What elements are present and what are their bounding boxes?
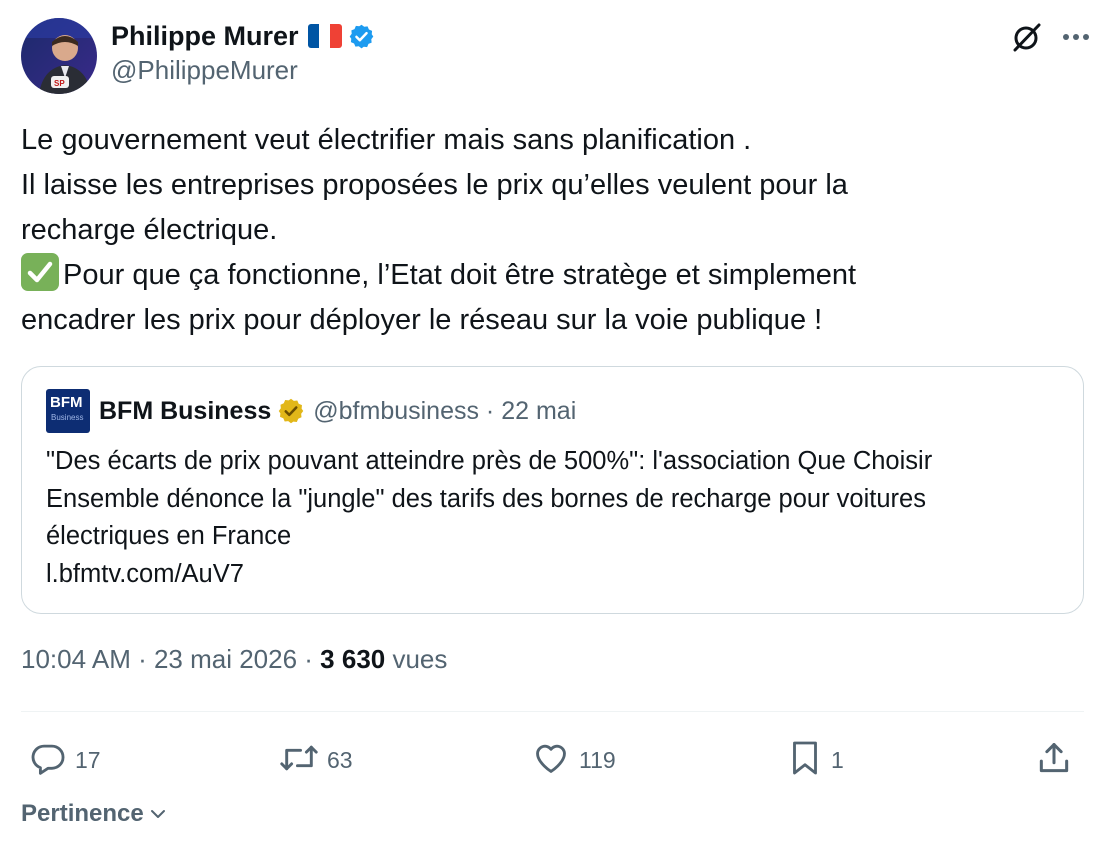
tweet-text: Le gouvernement veut électrifier mais sa… <box>21 118 1081 343</box>
repost-button[interactable]: 63 <box>279 734 353 786</box>
share-icon <box>1035 739 1073 782</box>
bookmark-count: 1 <box>831 746 844 773</box>
tweet-line: encadrer les prix pour déployer le résea… <box>21 304 823 336</box>
france-flag-icon <box>307 24 342 48</box>
sort-label: Pertinence <box>21 800 144 827</box>
bfm-business-logo[interactable]: BFM Business <box>46 389 90 433</box>
tweet-line: Pour que ça fonctionne, l’Etat doit être… <box>63 259 857 291</box>
quoted-tweet-text: "Des écarts de prix pouvant atteindre pr… <box>46 443 932 593</box>
bookmark-icon <box>787 738 823 783</box>
avatar[interactable]: SP <box>21 18 97 94</box>
author-handle[interactable]: @PhilippeMurer <box>111 55 375 86</box>
quoted-author-name[interactable]: BFM Business <box>99 397 271 426</box>
views-label: vues <box>385 644 448 674</box>
tweet-header: SP Philippe Murer @PhilippeMurer <box>21 18 1091 94</box>
quoted-tweet-header: BFM Business BFM Business @bfmbusiness ·… <box>46 389 576 433</box>
tweet-line: recharge électrique. <box>21 214 278 246</box>
reply-count: 17 <box>75 746 101 773</box>
quoted-line: électriques en France <box>46 522 292 550</box>
tweet-meta: 10:04 AM · 23 mai 2026 · 3 630 vues <box>21 644 447 675</box>
like-button[interactable]: 119 <box>531 734 616 786</box>
quoted-line: "Des écarts de prix pouvant atteindre pr… <box>46 447 933 475</box>
quoted-tweet-card[interactable]: BFM Business BFM Business @bfmbusiness ·… <box>21 366 1084 614</box>
author-names: Philippe Murer @PhilippeMurer <box>111 18 375 86</box>
tweet-timestamp[interactable]: 10:04 AM · 23 mai 2026 · <box>21 644 320 674</box>
tweet-line: Le gouvernement veut électrifier mais sa… <box>21 124 752 156</box>
repost-count: 63 <box>327 746 353 773</box>
more-options-icon[interactable] <box>1061 32 1091 42</box>
chevron-down-icon <box>148 804 168 824</box>
reply-button[interactable]: 17 <box>29 734 101 786</box>
svg-text:SP: SP <box>54 79 65 88</box>
action-bar: 17 63 119 1 <box>21 734 1084 786</box>
share-button[interactable] <box>1035 734 1073 786</box>
repost-icon <box>279 739 319 782</box>
replies-sort-dropdown[interactable]: Pertinence <box>21 800 168 828</box>
reply-icon <box>29 739 67 782</box>
top-actions <box>1009 20 1091 54</box>
grok-icon[interactable] <box>1009 20 1043 54</box>
views-count: 3 630 <box>320 644 386 674</box>
verified-badge-icon[interactable] <box>348 23 375 50</box>
like-count: 119 <box>579 746 616 773</box>
quoted-handle-date[interactable]: @bfmbusiness · 22 mai <box>313 397 576 426</box>
author-display-name[interactable]: Philippe Murer <box>111 21 299 52</box>
check-mark-emoji-icon <box>21 253 59 291</box>
bookmark-button[interactable]: 1 <box>787 734 844 786</box>
quoted-link[interactable]: l.bfmtv.com/AuV7 <box>46 556 932 594</box>
tweet-line: Il laisse les entreprises proposées le p… <box>21 169 848 201</box>
divider <box>21 711 1084 712</box>
quoted-line: Ensemble dénonce la "jungle" des tarifs … <box>46 484 926 513</box>
tweet-line-with-emoji: Pour que ça fonctionne, l’Etat doit être… <box>21 253 1081 298</box>
verified-gold-badge-icon[interactable] <box>277 397 305 425</box>
heart-icon <box>531 739 571 782</box>
